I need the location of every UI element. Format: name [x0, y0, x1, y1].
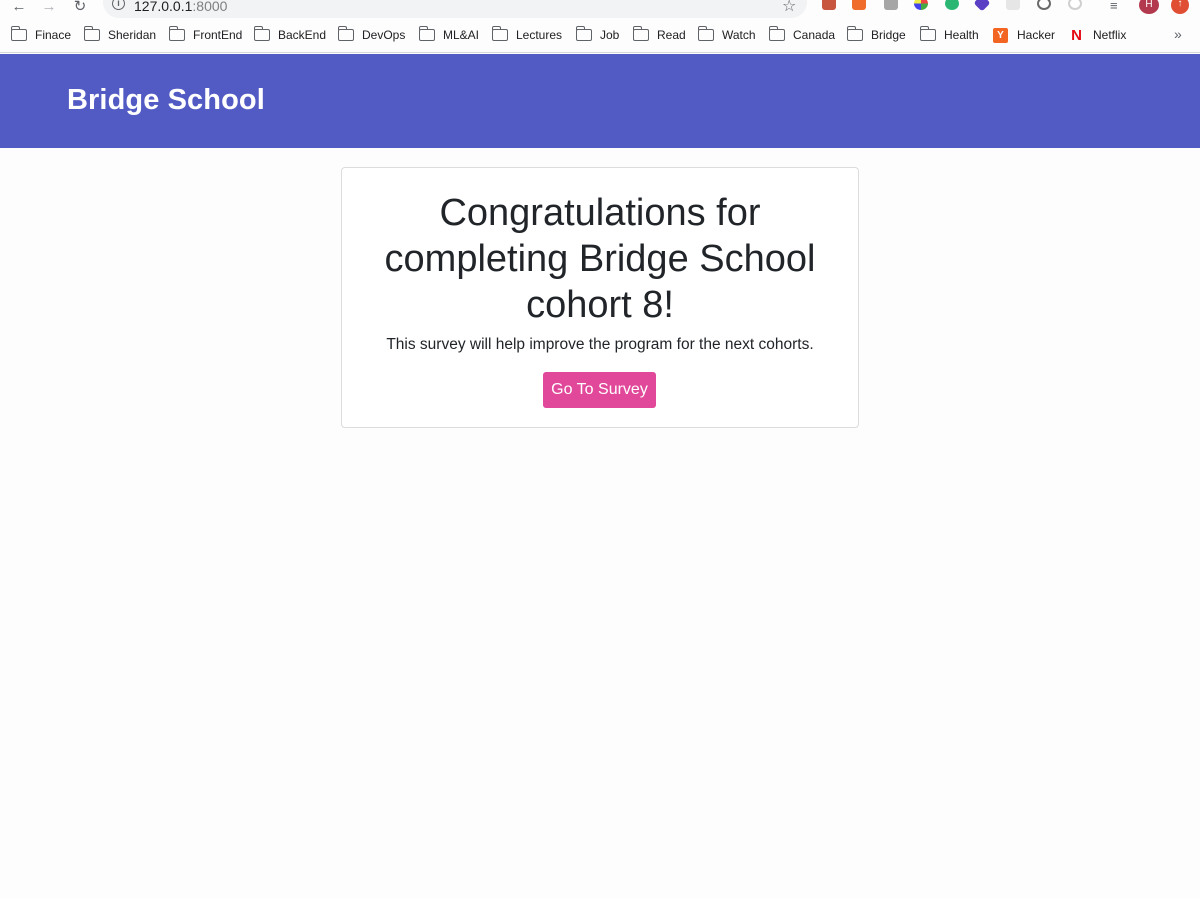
forward-icon[interactable]: →	[40, 0, 58, 14]
bookmark-label: Lectures	[516, 28, 563, 42]
folder-icon	[698, 26, 714, 41]
folder-icon	[847, 26, 863, 41]
card-title: Congratulations for completing Bridge Sc…	[384, 192, 816, 326]
bookmark-label: Job	[600, 28, 620, 42]
bookmark-item[interactable]: Read	[633, 26, 686, 43]
folder-icon	[11, 26, 27, 41]
bookmark-label: Hacker	[1017, 28, 1056, 42]
extension-icon[interactable]	[852, 0, 866, 10]
bookmark-item[interactable]: ML&AI	[419, 26, 480, 43]
bookmark-label: Watch	[722, 28, 756, 42]
bookmarks-overflow-icon[interactable]: »	[1174, 26, 1182, 42]
bookmark-label: FrontEnd	[193, 28, 243, 42]
extension-icon[interactable]	[1068, 0, 1082, 10]
update-icon[interactable]: ↑	[1171, 0, 1189, 14]
folder-icon	[492, 26, 508, 41]
bookmark-star-icon[interactable]: ☆	[782, 0, 796, 16]
folder-icon	[254, 26, 270, 41]
extension-icon[interactable]	[973, 0, 991, 12]
folder-icon	[84, 26, 100, 41]
grammarly-icon[interactable]	[945, 0, 959, 10]
bookmark-label: Finace	[35, 28, 72, 42]
app-header: Bridge School	[0, 54, 1200, 148]
folder-icon	[576, 26, 592, 41]
bookmark-item[interactable]: Watch	[698, 26, 756, 43]
bookmark-label: Sheridan	[108, 28, 157, 42]
folder-icon	[769, 26, 785, 41]
extension-icon[interactable]	[1006, 0, 1020, 10]
survey-card: Congratulations for completing Bridge Sc…	[341, 167, 859, 428]
extension-icon[interactable]	[1037, 0, 1051, 10]
bookmark-label: Bridge	[871, 28, 906, 42]
url-text[interactable]: 127.0.0.1:8000	[134, 0, 227, 14]
bookmark-item[interactable]: Health	[920, 26, 979, 43]
bookmark-label: ML&AI	[443, 28, 480, 42]
extension-icon[interactable]	[822, 0, 836, 10]
reload-icon[interactable]: ↻	[71, 0, 89, 14]
bookmark-item[interactable]: BackEnd	[254, 26, 327, 43]
bookmark-label: Canada	[793, 28, 836, 42]
bookmark-label: Netflix	[1093, 28, 1127, 42]
url-port: :8000	[192, 0, 228, 14]
netflix-icon: N	[1069, 27, 1084, 44]
profile-avatar[interactable]: H	[1139, 0, 1159, 14]
bookmark-item[interactable]: Sheridan	[84, 26, 157, 43]
bookmark-item[interactable]: Job	[576, 26, 620, 43]
folder-icon	[633, 26, 649, 41]
bookmark-item[interactable]: DevOps	[338, 26, 406, 43]
bookmark-item[interactable]: Canada	[769, 26, 836, 43]
bookmarks-bar: Finace Sheridan FrontEnd BackEnd DevOps …	[0, 19, 1200, 53]
bookmark-label: Health	[944, 28, 979, 42]
extension-icon[interactable]	[884, 0, 898, 10]
browser-toolbar: ← → ↻ i 127.0.0.1:8000 ☆ ≡ H ↑	[0, 0, 1200, 19]
bookmark-item[interactable]: FrontEnd	[169, 26, 243, 43]
bookmark-label: DevOps	[362, 28, 406, 42]
media-control-icon[interactable]: ≡	[1110, 0, 1118, 13]
bookmark-item[interactable]: Y Hacker	[993, 27, 1055, 43]
folder-icon	[338, 26, 354, 41]
bookmark-item[interactable]: Bridge	[847, 26, 906, 43]
brand-title[interactable]: Bridge School	[67, 84, 265, 117]
extension-icon[interactable]	[914, 0, 928, 10]
back-icon[interactable]: ←	[10, 0, 28, 14]
hacker-news-icon: Y	[993, 27, 1008, 43]
bookmark-label: Read	[657, 28, 686, 42]
card-text: This survey will help improve the progra…	[386, 336, 814, 353]
bookmark-item[interactable]: Lectures	[492, 26, 563, 43]
bookmark-item[interactable]: N Netflix	[1069, 27, 1127, 44]
folder-icon	[920, 26, 936, 41]
bookmark-label: BackEnd	[278, 28, 327, 42]
folder-icon	[169, 26, 185, 41]
go-to-survey-button[interactable]: Go To Survey	[543, 372, 656, 408]
folder-icon	[419, 26, 435, 41]
bookmark-item[interactable]: Finace	[11, 26, 72, 43]
url-host: 127.0.0.1	[134, 0, 193, 14]
